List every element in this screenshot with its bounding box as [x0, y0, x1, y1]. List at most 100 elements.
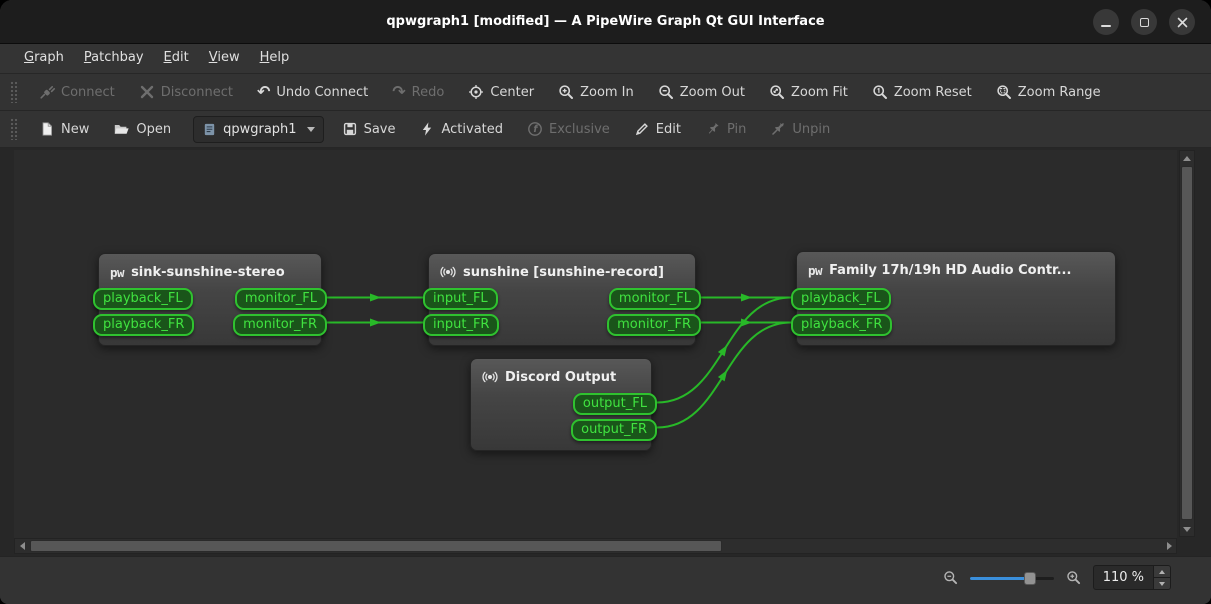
statusbar: 110 %: [0, 556, 1211, 604]
port-out-monitor-fl[interactable]: monitor_FL: [235, 288, 327, 310]
exclusive-button[interactable]: f Exclusive: [519, 116, 622, 142]
edit-pencil-icon: [634, 121, 650, 137]
zoom-range-button[interactable]: Zoom Range: [988, 79, 1113, 105]
zoom-reset-button[interactable]: Zoom Reset: [864, 79, 984, 105]
edit-button[interactable]: Edit: [626, 116, 693, 142]
chevron-down-icon: [307, 127, 315, 132]
arrow-up-icon: [1159, 570, 1165, 574]
connection-arrow-icon: [741, 294, 752, 302]
port-in-playback-fr[interactable]: playback_FR: [791, 314, 892, 336]
close-icon: [1177, 17, 1188, 28]
close-button[interactable]: [1169, 9, 1195, 35]
redo-button[interactable]: ↷ Redo: [384, 80, 456, 105]
zoom-fit-icon: [769, 84, 785, 100]
undo-connect-button[interactable]: ↶ Undo Connect: [249, 80, 380, 105]
node-title: sink-sunshine-stereo: [131, 265, 285, 280]
zoom-fit-button[interactable]: Zoom Fit: [761, 79, 860, 105]
connect-button[interactable]: Connect: [31, 79, 127, 105]
unpin-icon: [770, 121, 786, 137]
pin-button[interactable]: Pin: [697, 116, 758, 142]
node-sink-sunshine-stereo[interactable]: pw sink-sunshine-stereo playback_FL play…: [98, 253, 322, 346]
save-icon: [342, 121, 358, 137]
new-button[interactable]: New: [31, 116, 101, 142]
statusbar-zoom-in-icon: [1066, 570, 1081, 585]
minimize-button[interactable]: [1093, 9, 1119, 35]
pin-icon: [705, 121, 721, 137]
scroll-right-button[interactable]: [1162, 539, 1176, 553]
save-button[interactable]: Save: [334, 116, 408, 142]
zoom-spin-down-button[interactable]: [1154, 578, 1170, 589]
port-out-monitor-fr[interactable]: monitor_FR: [607, 314, 701, 336]
zoom-in-button[interactable]: Zoom In: [550, 79, 646, 105]
scroll-up-button[interactable]: [1180, 151, 1194, 165]
port-in-playback-fr[interactable]: playback_FR: [93, 314, 194, 336]
scroll-left-button[interactable]: [15, 539, 29, 553]
zoom-spinbox[interactable]: 110 %: [1093, 565, 1171, 590]
port-out-monitor-fr[interactable]: monitor_FR: [233, 314, 327, 336]
edit-label: Edit: [656, 122, 681, 137]
vertical-scrollbar-thumb[interactable]: [1181, 166, 1193, 520]
activated-button[interactable]: Activated: [411, 116, 515, 142]
zoom-out-label: Zoom Out: [680, 85, 745, 100]
vertical-scrollbar[interactable]: [1179, 150, 1195, 537]
save-label: Save: [364, 122, 396, 137]
horizontal-scrollbar-thumb[interactable]: [30, 540, 722, 552]
port-in-playback-fl[interactable]: playback_FL: [93, 288, 193, 310]
zoom-reset-label: Zoom Reset: [894, 85, 972, 100]
patchbay-selector[interactable]: qpwgraph1: [193, 116, 323, 143]
menu-patchbay[interactable]: Patchbay: [74, 44, 154, 73]
connection-arrow-icon: [718, 343, 731, 357]
node-family-audio-controller[interactable]: pw Family 17h/19h HD Audio Contr... play…: [796, 251, 1116, 346]
maximize-button[interactable]: [1131, 9, 1157, 35]
port-out-monitor-fl[interactable]: monitor_FL: [609, 288, 701, 310]
graph-viewport: pw sink-sunshine-stereo playback_FL play…: [0, 148, 1211, 556]
arrow-down-icon: [1159, 582, 1165, 586]
graph-canvas[interactable]: pw sink-sunshine-stereo playback_FL play…: [14, 150, 1177, 538]
toolbar-drag-handle[interactable]: [10, 81, 19, 103]
toolbar-patchbay: New Open qpwgraph1 Save: [0, 111, 1211, 148]
zoom-in-label: Zoom In: [580, 85, 634, 100]
connection-arrow-icon: [718, 368, 731, 382]
open-label: Open: [136, 122, 171, 137]
port-out-output-fr[interactable]: output_FR: [571, 419, 657, 441]
connect-label: Connect: [61, 85, 115, 100]
zoom-spin-up-button[interactable]: [1154, 566, 1170, 578]
unpin-button[interactable]: Unpin: [762, 116, 842, 142]
activated-label: Activated: [441, 122, 503, 137]
zoom-slider-handle[interactable]: [1024, 572, 1036, 585]
arrow-right-icon: [1167, 542, 1172, 550]
port-in-input-fl[interactable]: input_FL: [423, 288, 498, 310]
node-discord-output[interactable]: Discord Output output_FL output_FR: [470, 358, 652, 451]
arrow-left-icon: [20, 542, 25, 550]
pipewire-icon: pw: [808, 263, 822, 278]
patchbay-file-icon: [202, 122, 217, 137]
disconnect-button[interactable]: Disconnect: [131, 79, 245, 105]
pipewire-icon: pw: [110, 265, 124, 280]
toolbar-graph: Connect Disconnect ↶ Undo Connect ↷ Redo…: [0, 74, 1211, 111]
port-in-playback-fl[interactable]: playback_FL: [791, 288, 891, 310]
port-out-output-fl[interactable]: output_FL: [573, 393, 657, 415]
menu-edit[interactable]: Edit: [154, 44, 199, 73]
connection-arrow-icon: [370, 294, 381, 302]
menu-help[interactable]: Help: [250, 44, 300, 73]
open-button[interactable]: Open: [105, 116, 183, 142]
unpin-label: Unpin: [792, 122, 830, 137]
horizontal-scrollbar[interactable]: [14, 538, 1177, 554]
exclusive-label: Exclusive: [549, 122, 610, 137]
menu-graph[interactable]: Graph: [14, 44, 74, 73]
toolbar-drag-handle[interactable]: [10, 118, 19, 140]
port-in-input-fr[interactable]: input_FR: [423, 314, 499, 336]
titlebar[interactable]: qpwgraph1 [modified] — A PipeWire Graph …: [0, 0, 1211, 44]
audio-node-icon: [440, 264, 456, 280]
zoom-value[interactable]: 110 %: [1094, 566, 1153, 589]
zoom-slider-fill: [970, 577, 1028, 580]
zoom-out-icon: [658, 84, 674, 100]
zoom-in-icon: [558, 84, 574, 100]
menu-view[interactable]: View: [199, 44, 250, 73]
scroll-down-button[interactable]: [1180, 522, 1194, 536]
center-button[interactable]: Center: [460, 79, 546, 105]
zoom-out-button[interactable]: Zoom Out: [650, 79, 757, 105]
node-sunshine[interactable]: sunshine [sunshine-record] input_FL inpu…: [428, 253, 696, 346]
zoom-slider[interactable]: [970, 570, 1054, 586]
node-title: sunshine [sunshine-record]: [463, 265, 664, 280]
